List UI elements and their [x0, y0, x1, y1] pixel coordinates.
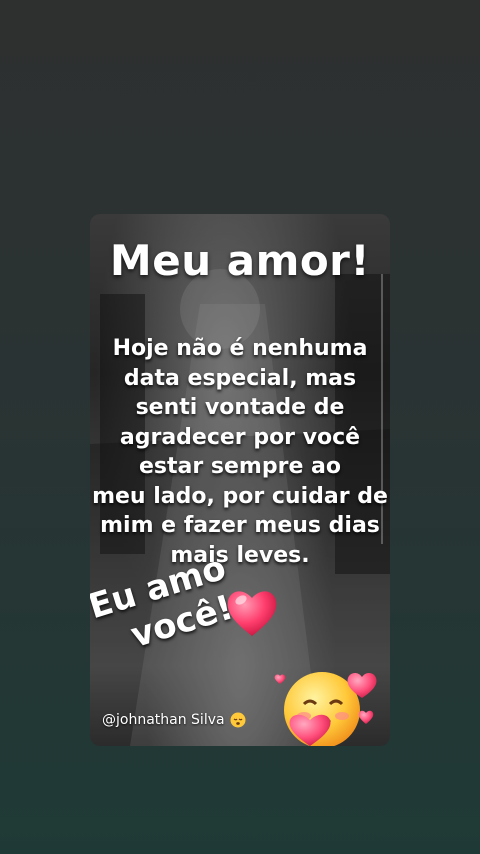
message-line: Hoje não é nenhuma: [112, 336, 368, 361]
message-line: estar sempre ao: [139, 454, 341, 479]
heart-icon: [227, 591, 277, 636]
message-line: mim e fazer meus dias: [100, 513, 380, 538]
sleepy-face-icon: [230, 712, 246, 728]
post-message: Hoje não é nenhuma data especial, mas se…: [90, 334, 390, 570]
story-card: Meu amor! Hoje não é nenhuma data especi…: [90, 214, 390, 746]
message-line: data especial, mas: [123, 365, 357, 391]
author-credit: @johnathan Silva: [102, 712, 246, 728]
message-line: senti vontade de: [135, 395, 345, 420]
smiling-face-with-hearts-icon: [274, 672, 377, 746]
message-line: agradecer por você: [119, 424, 361, 450]
message-line: meu lado, por cuidar de: [92, 483, 388, 509]
credit-text: @johnathan Silva: [102, 712, 225, 728]
post-title: Meu amor!: [109, 236, 371, 285]
